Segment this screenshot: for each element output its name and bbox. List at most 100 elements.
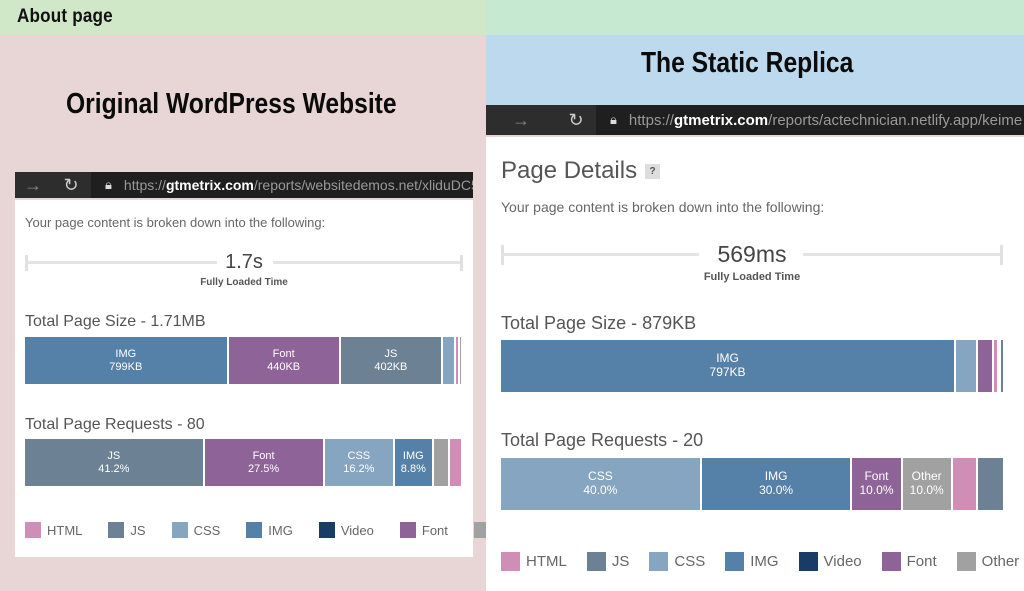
bar-segment-font[interactable]: Font 440KB	[228, 337, 341, 384]
segment-category-label: Font	[272, 347, 295, 360]
legend-item-css: CSS	[171, 522, 221, 538]
reload-icon[interactable]: ↻	[51, 175, 91, 196]
legend-swatch-icon	[798, 552, 818, 571]
bar-segment-font[interactable]: Font 27.5%	[204, 439, 325, 486]
segment-category-label: Font	[252, 449, 275, 462]
top-banner-right	[486, 0, 1024, 35]
segment-category-label: IMG	[716, 351, 739, 366]
forward-icon[interactable]: →	[15, 175, 51, 196]
url-scheme: https://	[628, 111, 674, 129]
legend-swatch-icon	[108, 522, 125, 538]
replica-site-title: The Static Replica	[641, 47, 854, 79]
original-report-panel: Your page content is broken down into th…	[15, 200, 528, 557]
segment-category-label: JS	[107, 449, 121, 462]
bar-segment-css[interactable]: CSS 16.2%	[324, 439, 396, 486]
replica-url-field[interactable]: 🔒︎ https://gtmetrix.com/reports/actechni…	[596, 105, 1024, 135]
bar-segment-other[interactable]	[433, 439, 451, 486]
top-banner-left: About page	[0, 0, 486, 35]
segment-value-label: 10.0%	[859, 483, 894, 497]
reload-icon[interactable]: ↻	[556, 110, 596, 131]
bar-segment-other[interactable]	[460, 337, 461, 384]
bar-segment-other[interactable]: Other 10.0%	[902, 458, 953, 510]
segment-value-label: 8.8%	[400, 462, 426, 475]
segment-value-label: 797KB	[709, 365, 746, 379]
bar-segment-js[interactable]	[1001, 340, 1003, 392]
legend-item-other: Other	[956, 552, 1020, 571]
legend: HTMLJSCSSIMGVideoFontOther	[25, 522, 528, 538]
url-scheme: https://	[123, 177, 166, 193]
segment-value-label: 440KB	[267, 360, 301, 373]
bar-segment-js[interactable]: JS 41.2%	[25, 439, 205, 486]
segment-category-label: IMG	[115, 347, 137, 360]
legend-item-img: IMG	[246, 522, 293, 538]
bar-segment-js[interactable]	[977, 458, 1003, 510]
bar-segment-js[interactable]: JS 402KB	[340, 337, 444, 384]
page-details-label: Page Details	[501, 157, 638, 184]
page-size-title: Total Page Size - 1.71MB	[25, 313, 206, 330]
original-url-field[interactable]: 🔒︎ https://gtmetrix.com/reports/websited…	[91, 172, 473, 198]
legend-swatch-icon	[501, 552, 520, 571]
segment-category-label: IMG	[764, 469, 788, 484]
bar-segment-img[interactable]: IMG 797KB	[501, 340, 957, 392]
page-requests-title: Total Page Requests - 80	[25, 416, 205, 433]
bar-segment-font[interactable]	[977, 340, 994, 392]
legend-item-html: HTML	[501, 552, 567, 571]
segment-category-label: CSS	[347, 449, 371, 462]
bar-segment-css[interactable]	[443, 337, 457, 384]
url-host: gtmetrix.com	[673, 111, 769, 129]
segment-value-label: 10.0%	[909, 483, 944, 497]
original-browser-bar: → ↻ 🔒︎ https://gtmetrix.com/reports/webs…	[15, 172, 473, 198]
legend-swatch-icon	[25, 522, 41, 538]
legend: HTML JS CSS IMG Video Font Other	[501, 552, 1019, 571]
url-path: /reports/websitedemos.net/xliduDC5	[253, 177, 473, 193]
segment-value-label: 27.5%	[247, 462, 280, 475]
legend-label: Other	[981, 553, 1020, 570]
bar-segment-html[interactable]	[952, 458, 978, 510]
legend-item-img: IMG	[725, 552, 779, 571]
legend-item-js: JS	[108, 522, 146, 538]
segment-value-label: 41.2%	[98, 462, 130, 475]
legend-label: JS	[611, 553, 630, 570]
legend-swatch-icon	[318, 522, 335, 538]
fully-loaded-timeline: 1.7s	[25, 250, 463, 276]
intro-text: Your page content is broken down into th…	[501, 199, 825, 215]
fully-loaded-value: 1.7s	[225, 251, 263, 273]
bar-segment-html[interactable]	[450, 439, 461, 486]
page-size-bar: IMG 799KB Font 440KB JS 402KB	[25, 337, 461, 384]
forward-icon[interactable]: →	[486, 110, 556, 131]
page-details-title: Page Details?	[501, 157, 661, 185]
segment-value-label: 30.0%	[759, 483, 794, 497]
page-size-title: Total Page Size - 879KB	[501, 313, 697, 333]
legend-label: JS	[130, 522, 146, 538]
legend-item-html: HTML	[25, 522, 82, 538]
segment-value-label: 402KB	[374, 360, 408, 373]
legend-swatch-icon	[649, 552, 669, 571]
url-path: /reports/actechnician.netlify.app/keime	[768, 111, 1023, 129]
bar-segment-img[interactable]: IMG 799KB	[25, 337, 229, 384]
replica-report-panel: Page Details? Your page content is broke…	[486, 137, 1024, 591]
original-site-title: Original WordPress Website	[66, 88, 397, 120]
fully-loaded-caption: Fully Loaded Time	[501, 271, 1003, 285]
legend-label: Font	[421, 522, 448, 538]
bar-segment-css[interactable]	[956, 340, 978, 392]
bar-segment-css[interactable]: CSS 40.0%	[501, 458, 702, 510]
legend-item-font: Font	[881, 552, 937, 571]
legend-label: IMG	[268, 522, 293, 538]
legend-label: HTML	[526, 553, 567, 570]
bar-segment-font[interactable]: Font 10.0%	[852, 458, 903, 510]
segment-category-label: CSS	[588, 469, 613, 484]
legend-item-font: Font	[399, 522, 448, 538]
legend-label: CSS	[193, 522, 221, 538]
replica-browser-bar: → ↻ 🔒︎ https://gtmetrix.com/reports/acte…	[486, 105, 1024, 135]
legend-swatch-icon	[586, 552, 606, 571]
legend-item-css: CSS	[649, 552, 705, 571]
segment-category-label: Font	[864, 469, 889, 484]
segment-category-label: JS	[384, 347, 398, 360]
legend-label: Video	[340, 522, 374, 538]
legend-item-video: Video	[798, 552, 862, 571]
legend-label: HTML	[47, 522, 83, 538]
legend-label: IMG	[750, 553, 779, 570]
help-icon[interactable]: ?	[645, 164, 661, 180]
bar-segment-img[interactable]: IMG 30.0%	[701, 458, 853, 510]
bar-segment-img[interactable]: IMG 8.8%	[395, 439, 434, 486]
